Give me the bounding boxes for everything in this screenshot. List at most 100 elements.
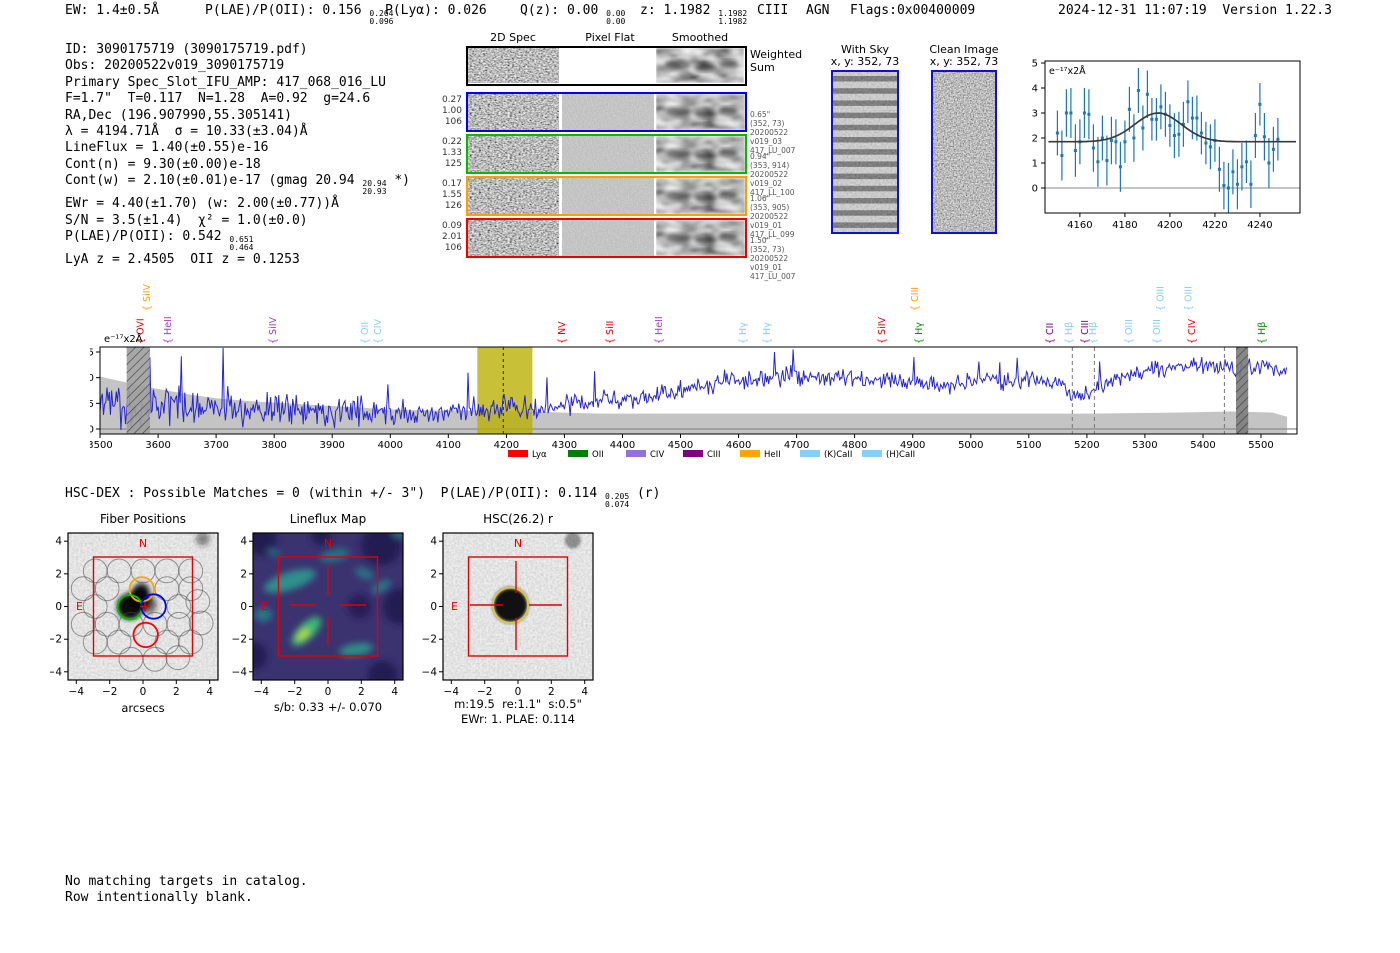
cutout-row4-images <box>466 218 747 258</box>
svg-text:4400: 4400 <box>610 440 635 451</box>
withsky-image <box>831 70 899 234</box>
svg-text:4600: 4600 <box>726 440 751 451</box>
row3-xy: (353, 905) <box>750 203 790 212</box>
svg-text:5.0: 5.0 <box>90 373 94 384</box>
qz-label: Q(z): 0.00 <box>520 3 599 18</box>
hscdex-pre: HSC-DEX : Possible Matches = 0 (within +… <box>65 486 606 501</box>
svg-text:−4: −4 <box>422 666 438 678</box>
row1-xy: (352, 73) <box>750 119 785 128</box>
svg-text:−4: −4 <box>254 686 270 698</box>
svg-text:E: E <box>261 600 268 613</box>
svg-text:−2: −2 <box>287 686 302 698</box>
svg-text:5100: 5100 <box>1016 440 1041 451</box>
svg-text:0: 0 <box>1032 184 1038 195</box>
contw-pre: Cont(w) = 2.10(±0.01)e-17 (gmag 20.94 <box>65 173 363 189</box>
qz-stack: 0.00 0.00 <box>606 10 625 26</box>
hsc-caption2: EWr: 1. PLAE: 0.114 <box>461 712 575 726</box>
svg-text:E: E <box>451 600 458 613</box>
svg-text:(H)CaII: (H)CaII <box>886 450 915 460</box>
svg-text:4180: 4180 <box>1112 220 1137 230</box>
svg-text:0.0: 0.0 <box>90 425 94 436</box>
svg-text:4240: 4240 <box>1247 220 1272 230</box>
svg-text:5500: 5500 <box>1248 440 1273 451</box>
svg-text:N: N <box>514 537 522 550</box>
row4-weight: 0.09 <box>441 221 462 231</box>
header-plae: P(LAE)/P(OII): 0.156 0.264 0.096 <box>205 3 393 26</box>
svg-text:1: 1 <box>1032 159 1038 170</box>
svg-text:−4: −4 <box>232 666 248 678</box>
svg-text:{ Hβ: { Hβ <box>1064 322 1075 344</box>
svg-text:{ SiII: { SiII <box>605 321 616 344</box>
svg-text:CIV: CIV <box>650 450 664 460</box>
svg-text:e⁻¹⁷x2Å: e⁻¹⁷x2Å <box>1049 65 1086 77</box>
svg-text:−2: −2 <box>102 686 117 698</box>
svg-text:5: 5 <box>1032 59 1038 70</box>
row2-dist: 0.94" <box>750 152 771 161</box>
svg-text:4220: 4220 <box>1202 220 1227 230</box>
svg-text:5400: 5400 <box>1190 440 1215 451</box>
row4-dist: 1.50" <box>750 236 771 245</box>
svg-text:{ CIV: { CIV <box>373 319 384 344</box>
header-classification: CIII <box>757 3 789 18</box>
svg-text:{ SiIV: { SiIV <box>877 316 888 344</box>
info-cont-n: Cont(n) = 9.30(±0.00)e-18 <box>65 156 261 172</box>
svg-text:4200: 4200 <box>1157 220 1182 230</box>
svg-text:{ CIII: { CIII <box>910 287 921 311</box>
svg-text:{ SiIV: { SiIV <box>268 316 279 344</box>
cutout-header-smoothed: Smoothed <box>671 31 729 44</box>
svg-text:{ OIII: { OIII <box>1183 286 1194 311</box>
weighted-sum-label: Weighted Sum <box>750 48 810 74</box>
svg-text:{ Hγ: { Hγ <box>762 322 773 344</box>
row1-throughput: 1.00 <box>441 106 462 116</box>
info-ifu-amp: Primary Spec_Slot_IFU_AMP: 417_068_016_L… <box>65 74 386 90</box>
header-datetime-version: 2024-12-31 11:07:19 Version 1.22.3 <box>1058 3 1332 18</box>
header-ew: EW: 1.4±0.5Å <box>65 3 159 18</box>
svg-text:4: 4 <box>206 686 213 698</box>
fiber-xlabel: arcsecs <box>121 701 165 715</box>
header-plya: P(Lyα): 0.026 <box>385 3 487 18</box>
svg-text:3600: 3600 <box>145 440 170 451</box>
cutout-row1-left-labels: 0.27 1.00 106 <box>425 95 462 128</box>
contw-sub: 20.93 <box>362 187 387 197</box>
row3-dist: 1.06" <box>750 194 771 203</box>
contw-stack: 20.94 20.93 <box>362 180 386 196</box>
row3-weight: 0.17 <box>441 179 462 189</box>
svg-text:−2: −2 <box>50 634 62 646</box>
cutout-header-pixelflat: Pixel Flat <box>585 31 635 44</box>
svg-text:3900: 3900 <box>319 440 344 451</box>
svg-text:2: 2 <box>240 568 247 580</box>
row2-weight: 0.22 <box>441 137 462 147</box>
svg-text:3: 3 <box>1032 109 1038 120</box>
svg-text:4300: 4300 <box>552 440 577 451</box>
svg-text:E: E <box>76 600 83 613</box>
svg-text:{ HeII: { HeII <box>654 316 665 344</box>
row3-throughput: 1.55 <box>441 190 462 200</box>
svg-text:4: 4 <box>1032 84 1038 95</box>
svg-text:0: 0 <box>325 686 332 698</box>
info-lineflux: LineFlux = 1.40(±0.55)e-16 <box>65 140 269 156</box>
info-sn-chi2: S/N = 3.5(±1.4) χ² = 1.0(±0.0) <box>65 212 308 228</box>
row1-fiber: 106 <box>444 117 462 127</box>
row2-throughput: 1.33 <box>441 148 462 158</box>
row2-fiber: 125 <box>444 159 462 169</box>
svg-text:(K)CaII: (K)CaII <box>824 450 852 460</box>
info-radec: RA,Dec (196.907990,55.305141) <box>65 107 292 123</box>
svg-text:{ CIV: { CIV <box>1187 319 1198 344</box>
svg-text:N: N <box>139 537 147 550</box>
plae-label: P(LAE)/P(OII): 0.156 <box>205 3 362 18</box>
svg-text:{ Hβ: { Hβ <box>1088 322 1099 344</box>
qz-sub: 0.00 <box>606 17 626 26</box>
header-flags: Flags:0x00400009 <box>850 3 976 18</box>
info-cont-w: Cont(w) = 2.10(±0.01)e-17 (gmag 20.94 20… <box>65 173 410 196</box>
cutout-row2-left-labels: 0.22 1.33 125 <box>425 137 462 170</box>
svg-text:5000: 5000 <box>958 440 983 451</box>
withsky-coords: x, y: 352, 73 <box>830 55 900 68</box>
z-label: z: 1.1982 <box>640 3 711 18</box>
svg-text:−2: −2 <box>232 634 247 646</box>
svg-text:4160: 4160 <box>1067 220 1092 230</box>
svg-text:−4: −4 <box>69 686 85 698</box>
svg-text:4000: 4000 <box>378 440 403 451</box>
svg-text:3500: 3500 <box>90 440 113 451</box>
z-sub: 1.1982 <box>718 17 748 26</box>
svg-text:0: 0 <box>140 686 147 698</box>
